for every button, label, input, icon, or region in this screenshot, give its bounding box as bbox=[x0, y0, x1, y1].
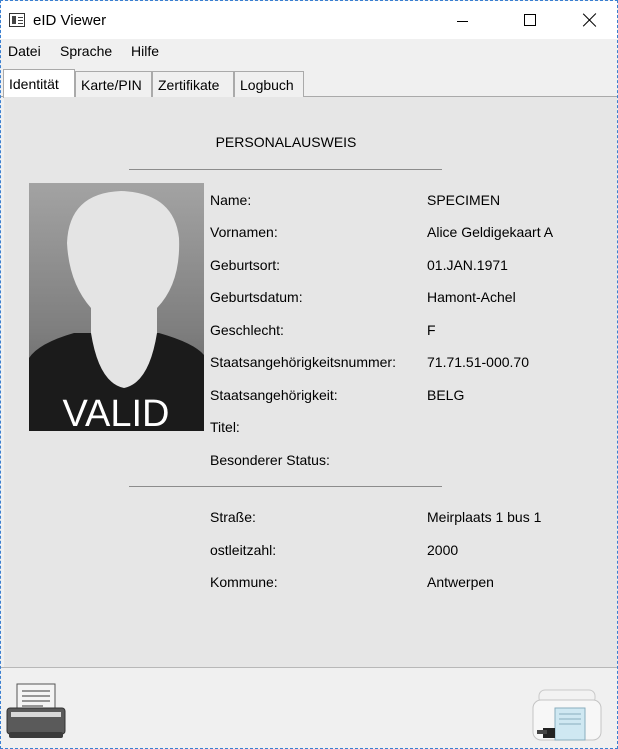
footer-toolbar bbox=[1, 667, 617, 748]
tab-label: Identität bbox=[9, 76, 59, 92]
menu-hilfe[interactable]: Hilfe bbox=[131, 43, 159, 59]
separator-address bbox=[129, 486, 442, 487]
maximize-button[interactable] bbox=[507, 1, 553, 39]
id-card-icon bbox=[9, 13, 25, 27]
card-heading: PERSONALAUSWEIS bbox=[215, 134, 357, 150]
eid-viewer-window: eID Viewer Datei Sprache Hilfe Identität… bbox=[0, 0, 618, 749]
separator-top bbox=[129, 169, 442, 170]
menu-sprache[interactable]: Sprache bbox=[60, 43, 112, 59]
label-titel: Titel: bbox=[210, 419, 240, 435]
label-besonderer-status: Besonderer Status: bbox=[210, 452, 330, 468]
tab-karte-pin[interactable]: Karte/PIN bbox=[75, 71, 152, 97]
value-staatsangehoerigkeit: BELG bbox=[427, 387, 465, 403]
close-icon bbox=[583, 13, 597, 27]
label-kommune: Kommune: bbox=[210, 574, 278, 590]
value-strasse: Meirplaats 1 bus 1 bbox=[427, 509, 542, 525]
tab-label: Zertifikate bbox=[158, 77, 220, 93]
close-button[interactable] bbox=[567, 1, 613, 39]
value-geschlecht: F bbox=[427, 322, 436, 338]
window-title: eID Viewer bbox=[33, 12, 107, 29]
photo-valid-overlay: VALID bbox=[62, 393, 169, 431]
value-postleitzahl: 2000 bbox=[427, 542, 459, 558]
value-kommune: Antwerpen bbox=[427, 574, 494, 590]
label-staatsangehoerigkeitsnummer: Staatsangehörigkeitsnummer: bbox=[210, 354, 396, 370]
value-geburtsort: 01.JAN.1971 bbox=[427, 257, 508, 273]
tab-bar: Identität Karte/PIN Zertifikate Logbuch bbox=[1, 69, 617, 98]
tab-label: Logbuch bbox=[240, 77, 294, 93]
value-staatsangehoerigkeitsnummer: 71.71.51-000.70 bbox=[427, 354, 529, 370]
tab-logbuch[interactable]: Logbuch bbox=[234, 71, 304, 97]
tab-label: Karte/PIN bbox=[81, 77, 142, 93]
printer-icon[interactable] bbox=[5, 682, 67, 742]
minimize-icon bbox=[456, 20, 468, 22]
label-geschlecht: Geschlecht: bbox=[210, 322, 284, 338]
title-bar: eID Viewer bbox=[1, 1, 617, 39]
maximize-icon bbox=[524, 14, 536, 26]
label-vornamen: Vornamen: bbox=[210, 224, 278, 240]
identity-panel: PERSONALAUSWEIS VALID Name: SPECIMEN Vor… bbox=[4, 97, 617, 667]
label-strasse: Straße: bbox=[210, 509, 256, 525]
label-postleitzahl: ostleitzahl: bbox=[210, 542, 277, 558]
tab-zertifikate[interactable]: Zertifikate bbox=[152, 71, 234, 97]
menu-bar: Datei Sprache Hilfe bbox=[1, 39, 617, 65]
identity-photo: VALID bbox=[29, 183, 204, 431]
label-geburtsort: Geburtsort: bbox=[210, 257, 281, 273]
value-geburtsdatum: Hamont-Achel bbox=[427, 289, 516, 305]
label-staatsangehoerigkeit: Staatsangehörigkeit: bbox=[210, 387, 338, 403]
value-vornamen: Alice Geldigekaart A bbox=[427, 224, 554, 240]
menu-datei[interactable]: Datei bbox=[8, 43, 41, 59]
label-geburtsdatum: Geburtsdatum: bbox=[210, 289, 303, 305]
minimize-button[interactable] bbox=[439, 1, 485, 39]
value-name: SPECIMEN bbox=[427, 192, 501, 208]
label-name: Name: bbox=[210, 192, 252, 208]
tab-identitaet[interactable]: Identität bbox=[3, 69, 75, 98]
card-reader-icon[interactable] bbox=[529, 686, 605, 746]
